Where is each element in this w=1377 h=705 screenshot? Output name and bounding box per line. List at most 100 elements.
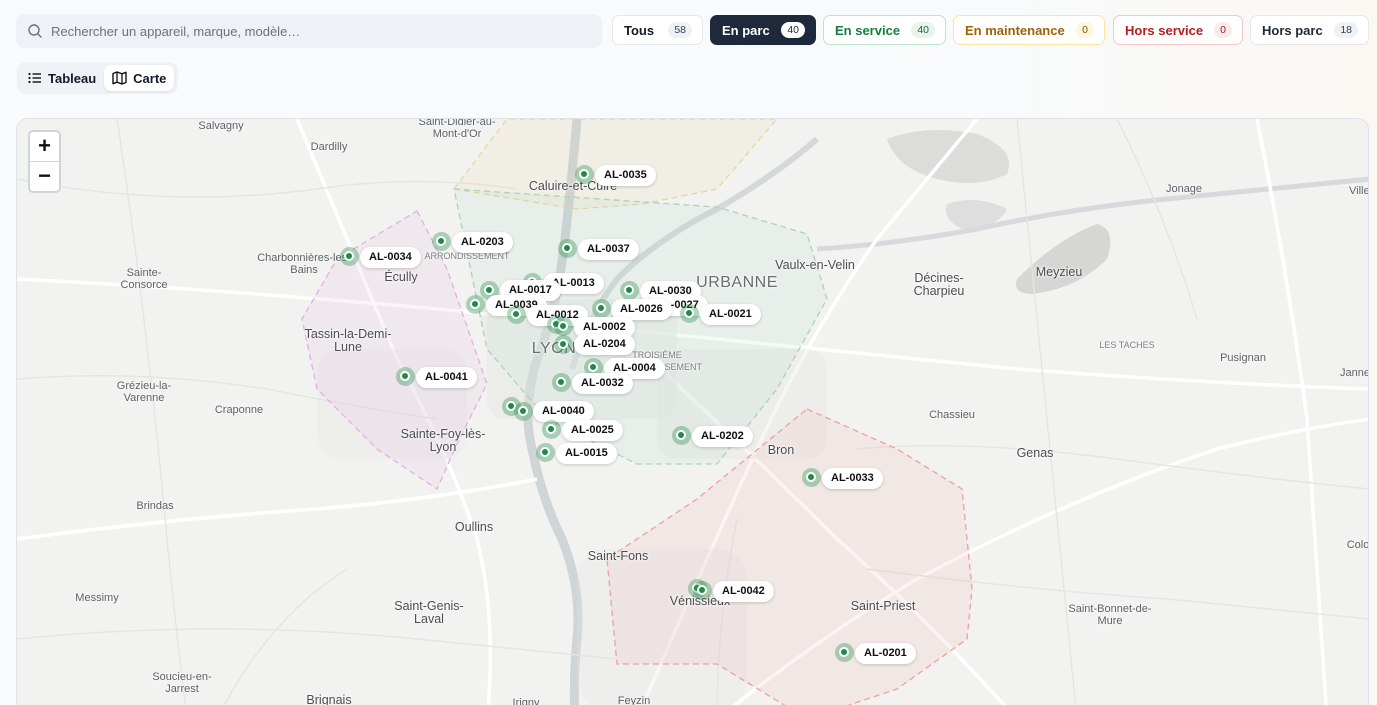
place-label: Pusignan [1220, 352, 1266, 364]
filter-label: En parc [722, 22, 770, 38]
filter-hors-service[interactable]: Hors service 0 [1113, 15, 1243, 45]
device-label[interactable]: AL-0032 [572, 372, 633, 394]
place-label: Saint-Priest [850, 599, 916, 613]
zoom-control: + − [28, 130, 61, 193]
place-label: Villette-d'Anthon [1349, 185, 1369, 197]
place-label: Saint-Didier-au-Mont-d'Or [418, 118, 496, 140]
device-marker[interactable] [465, 294, 485, 314]
device-marker[interactable] [671, 425, 691, 445]
place-label: Colo [1346, 539, 1369, 551]
filter-label: En service [835, 22, 901, 38]
filter-label: En maintenance [965, 22, 1065, 38]
place-label: Écully [384, 270, 418, 284]
place-label: Irigny [512, 697, 540, 705]
filter-en-maintenance[interactable]: En maintenance 0 [953, 15, 1105, 45]
device-label[interactable]: AL-0034 [360, 246, 421, 268]
place-label: Tassin-la-Demi-Lune [304, 327, 392, 354]
place-label: Janne [1340, 367, 1369, 379]
place-label: Messimy [75, 592, 119, 604]
view-table-button[interactable]: Tableau [20, 65, 104, 91]
list-icon [28, 72, 41, 84]
place-label: Vaulx-en-Velin [775, 258, 855, 272]
place-label: Jonage [1165, 183, 1203, 195]
zoom-in-button[interactable]: + [30, 132, 59, 162]
filter-count: 0 [1076, 22, 1094, 38]
device-label[interactable]: AL-0037 [578, 238, 639, 260]
place-label: Chassieu [929, 409, 975, 421]
filter-count: 40 [781, 22, 805, 38]
device-marker[interactable] [506, 304, 526, 324]
device-label[interactable]: AL-0040 [533, 400, 594, 422]
place-label: Décines-Charpieu [913, 271, 965, 298]
device-marker[interactable] [513, 401, 533, 421]
place-label: Meyzieu [1035, 265, 1083, 279]
place-label: Soucieu-en-Jarrest [152, 671, 212, 695]
filter-count: 0 [1214, 22, 1232, 38]
place-label: Genas [1016, 446, 1054, 460]
device-label[interactable]: AL-0042 [713, 580, 774, 602]
filter-count: 40 [911, 22, 935, 38]
device-marker[interactable] [574, 164, 594, 184]
device-marker[interactable] [692, 580, 712, 600]
place-label: Saint-Genis-Laval [394, 599, 464, 626]
device-label[interactable]: AL-0015 [556, 442, 617, 464]
device-label[interactable]: AL-0202 [692, 425, 753, 447]
place-label: Oullins [454, 520, 494, 534]
device-marker[interactable] [535, 442, 555, 462]
zoom-out-button[interactable]: − [30, 162, 59, 192]
device-label[interactable]: AL-0201 [855, 642, 916, 664]
map-container[interactable]: + − Salvagny Saint-Didier-au-Mont-d'Or D… [16, 118, 1369, 705]
place-label: Grézieu-la-Varenne [116, 380, 172, 404]
place-label: URBANNE [696, 274, 778, 291]
device-marker[interactable] [395, 366, 415, 386]
filter-label: Tous [624, 22, 655, 38]
place-label: Sainte-Consorce [120, 267, 168, 291]
device-marker[interactable] [431, 231, 451, 251]
filter-label: Hors parc [1262, 22, 1323, 38]
device-label[interactable]: AL-0033 [822, 467, 883, 489]
search-icon [28, 24, 42, 38]
place-label: Brignais [306, 693, 352, 705]
place-label: Sainte-Foy-lès-Lyon [400, 427, 486, 454]
filter-count: 18 [1334, 22, 1358, 38]
device-marker[interactable] [591, 298, 611, 318]
view-toggle: Tableau Carte [17, 62, 178, 94]
filter-tous[interactable]: Tous 58 [612, 15, 703, 45]
filter-count: 58 [668, 22, 692, 38]
device-marker[interactable] [541, 419, 561, 439]
place-label: Craponne [214, 404, 264, 416]
filter-en-service[interactable]: En service 40 [823, 15, 946, 45]
place-label: Bron [767, 443, 795, 457]
device-marker[interactable] [679, 303, 699, 323]
device-marker[interactable] [553, 334, 573, 354]
device-marker[interactable] [557, 238, 577, 258]
search-bar[interactable] [16, 14, 602, 48]
place-label: Salvagny [198, 120, 244, 132]
map-icon [112, 71, 127, 85]
device-label[interactable]: AL-0035 [595, 164, 656, 186]
place-label: Saint-Bonnet-de-Mure [1068, 603, 1152, 627]
place-label: LES TACHES [1099, 340, 1155, 350]
device-label[interactable]: AL-0041 [416, 366, 477, 388]
filter-hors-parc[interactable]: Hors parc 18 [1250, 15, 1369, 45]
place-label: Feyzin [617, 695, 651, 705]
device-marker[interactable] [553, 316, 573, 336]
view-table-label: Tableau [48, 70, 97, 86]
device-label[interactable]: AL-0025 [562, 419, 623, 441]
view-map-label: Carte [133, 70, 167, 86]
device-label[interactable]: AL-0021 [700, 303, 761, 325]
place-label: Brindas [136, 500, 174, 512]
filter-label: Hors service [1125, 22, 1204, 38]
place-label: Dardilly [310, 141, 348, 153]
device-marker[interactable] [339, 246, 359, 266]
device-marker[interactable] [801, 467, 821, 487]
place-label: Saint-Fons [587, 549, 649, 563]
device-marker[interactable] [619, 280, 639, 300]
device-label[interactable]: AL-0203 [452, 231, 513, 253]
view-map-button[interactable]: Carte [104, 65, 175, 91]
device-label[interactable]: AL-0204 [574, 333, 635, 355]
search-input[interactable] [16, 14, 602, 48]
filter-en-parc[interactable]: En parc 40 [710, 15, 816, 45]
device-marker[interactable] [551, 372, 571, 392]
device-marker[interactable] [834, 642, 854, 662]
